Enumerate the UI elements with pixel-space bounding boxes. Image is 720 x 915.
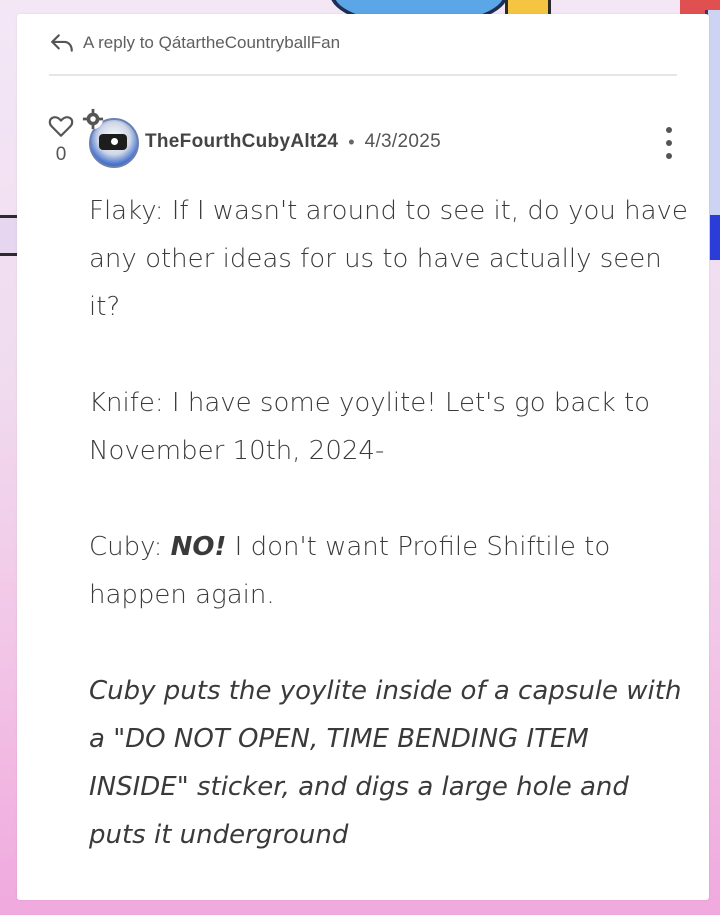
paragraph-cuby-prefix: Cuby: [89, 532, 171, 562]
background-decoration [0, 215, 18, 256]
paragraph-cuby: Cuby: NO! I don't want Profile Shiftile … [89, 523, 689, 619]
background-decoration [710, 215, 720, 260]
avatar[interactable] [82, 108, 139, 168]
more-vertical-icon-dot [666, 153, 672, 159]
more-vertical-icon [666, 127, 672, 133]
like-count: 0 [55, 144, 67, 165]
author-name[interactable]: TheFourthCubyAlt24 [145, 131, 338, 153]
reply-to-link[interactable]: A reply to QátartheCountryballFan [49, 30, 340, 56]
separator: • [348, 131, 355, 152]
more-options-button[interactable] [659, 127, 679, 159]
paragraph-knife: Knife: I have some yoylite! Let's go bac… [89, 388, 651, 466]
reply-to-label: A reply to QátartheCountryballFan [83, 33, 341, 52]
settings-badge-icon [82, 108, 104, 130]
comment-card: A reply to QátartheCountryballFan 0 TheF… [17, 14, 709, 900]
paragraph-action: Cuby puts the yoylite inside of a capsul… [89, 676, 682, 850]
like-control: 0 [47, 114, 75, 166]
post-date: 4/3/2025 [364, 131, 441, 152]
post-header: TheFourthCubyAlt24 • 4/3/2025 [145, 131, 441, 153]
heart-icon[interactable] [48, 114, 74, 138]
divider [49, 74, 677, 76]
reply-arrow-icon [51, 34, 73, 52]
emphasis-text: NO! [170, 532, 227, 562]
more-vertical-icon-dot [666, 140, 672, 146]
comment-body: Flaky: If I wasn't around to see it, do … [89, 187, 689, 859]
paragraph-flaky: Flaky: If I wasn't around to see it, do … [89, 196, 688, 322]
